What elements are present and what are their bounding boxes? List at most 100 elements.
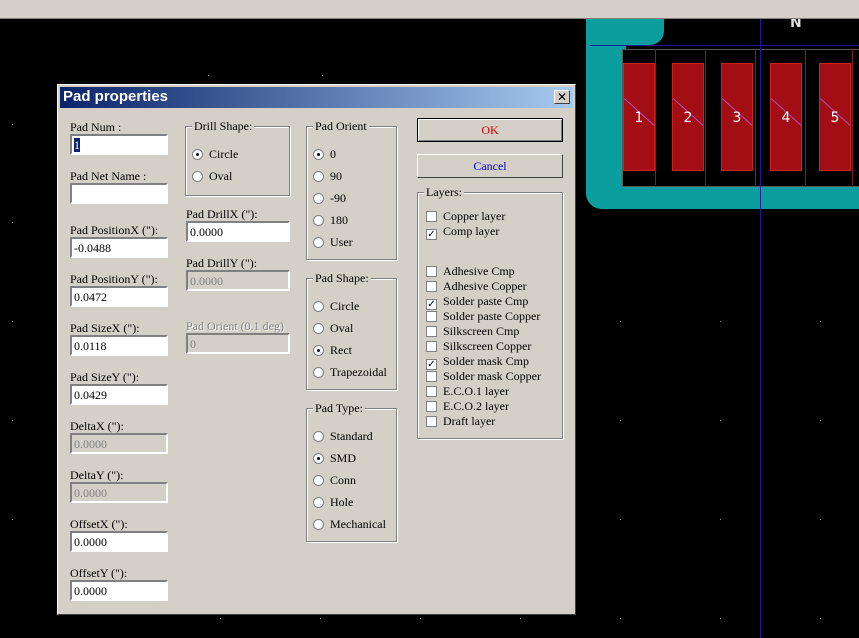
layer-checkbox-silkscreen-copper[interactable]: Silkscreen Copper [426,339,531,354]
grid-dot [820,519,821,520]
grid-dot [620,519,621,520]
drill-shape-title: Drill Shape: [192,119,255,134]
pad-position-x-label: Pad PositionX ("): [70,223,159,237]
pad-type-option-conn[interactable]: Conn [313,473,356,488]
delta-y-field: 0.0000 [70,482,168,503]
layer-checkbox-silkscreen-cmp[interactable]: Silkscreen Cmp [426,324,519,339]
pad-size-x-label: Pad SizeX ("): [70,321,140,335]
drill-shape-option-oval[interactable]: Oval [192,169,232,184]
grid-dot [12,222,13,223]
pad-shape-option-oval[interactable]: Oval [313,321,353,336]
pad-position-x-field[interactable]: -0.0488 [70,237,168,258]
radio-icon [313,149,324,160]
radio-icon [313,237,324,248]
pad-2[interactable]: 2 [672,63,704,171]
layer-checkbox-e-c-o-1-layer[interactable]: E.C.O.1 layer [426,384,509,399]
pad-drill-x-label: Pad DrillX ("): [186,207,258,221]
layer-checkbox-solder-paste-copper[interactable]: Solder paste Copper [426,309,540,324]
pad-shape-option-circle[interactable]: Circle [313,299,359,314]
radio-label: Circle [330,299,360,313]
offset-x-field[interactable]: 0.0000 [70,531,168,552]
pad-type-option-standard[interactable]: Standard [313,429,373,444]
radio-label: Circle [209,147,239,161]
pad-3[interactable]: 3 [721,63,753,171]
grid-dot [322,75,323,76]
pad-size-x-field[interactable]: 0.0118 [70,335,168,356]
radio-label: Rect [330,343,352,357]
pad-orient-option-90[interactable]: 90 [313,169,342,184]
pad-1[interactable]: 1 [623,63,655,171]
grid-dot [12,420,13,421]
grid-dot [320,618,321,619]
grid-dot [820,618,821,619]
pad-drill-x-field[interactable]: 0.0000 [186,221,290,242]
pad-num-field[interactable]: 1 [70,134,168,155]
drill-shape-option-circle[interactable]: Circle [192,147,238,162]
layer-label: Solder mask Cmp [443,354,529,368]
pad-position-y-field[interactable]: 0.0472 [70,286,168,307]
pad-size-y-label: Pad SizeY ("): [70,370,140,384]
pad-4[interactable]: 4 [770,63,802,171]
delta-x-label: DeltaX ("): [70,419,124,433]
offset-x-label: OffsetX ("): [70,517,128,531]
pad-type-option-mechanical[interactable]: Mechanical [313,517,386,532]
layer-label: Adhesive Cmp [443,264,515,278]
delta-x-field: 0.0000 [70,433,168,454]
layer-checkbox-adhesive-cmp[interactable]: Adhesive Cmp [426,264,515,279]
pad-orient-group: Pad Orient 0 90 -90 180 User [306,119,397,260]
layer-label: Comp layer [443,224,500,238]
pad-orient-option-0[interactable]: 0 [313,147,336,162]
pad-orient-option-90[interactable]: -90 [313,191,346,206]
radio-label: Oval [330,321,354,335]
checkbox-icon [426,326,437,337]
layer-checkbox-e-c-o-2-layer[interactable]: E.C.O.2 layer [426,399,509,414]
cursor-vertical-line [760,19,761,638]
pad-type-title: Pad Type: [313,401,365,416]
checkbox-icon [426,371,437,382]
radio-label: -90 [330,191,346,205]
layer-checkbox-comp-layer[interactable]: ✓ Comp layer [426,224,499,240]
pad-outline-line [655,49,656,185]
layer-checkbox-adhesive-copper[interactable]: Adhesive Copper [426,279,527,294]
close-button[interactable]: ✕ [554,90,570,104]
reference-label: N [790,19,803,31]
pad-shape-option-rect[interactable]: Rect [313,343,352,358]
checkbox-icon [426,386,437,397]
layer-checkbox-solder-mask-cmp[interactable]: ✓ Solder mask Cmp [426,354,529,370]
pad-orient-option-180[interactable]: 180 [313,213,348,228]
checkbox-checked-icon: ✓ [426,229,437,240]
layer-checkbox-copper-layer[interactable]: Copper layer [426,209,505,224]
layer-label: E.C.O.1 layer [443,384,509,398]
layer-label: Solder paste Cmp [443,294,529,308]
close-icon: ✕ [556,90,568,104]
ok-button[interactable]: OK [417,118,563,142]
grid-dot [208,75,209,76]
dialog-titlebar[interactable]: Pad properties ✕ [60,87,573,108]
pad-net-name-field[interactable] [70,183,168,204]
pad-drill-y-field: 0.0000 [186,270,290,291]
pad-size-y-field[interactable]: 0.0429 [70,384,168,405]
pad-orient-option-user[interactable]: User [313,235,353,250]
cancel-button[interactable]: Cancel [417,154,563,178]
pad-number-label: 2 [683,110,693,126]
pad-type-option-smd[interactable]: SMD [313,451,356,466]
layer-label: E.C.O.2 layer [443,399,509,413]
pad-type-option-hole[interactable]: Hole [313,495,353,510]
radio-icon [313,171,324,182]
layer-checkbox-solder-mask-copper[interactable]: Solder mask Copper [426,369,541,384]
radio-icon [313,367,324,378]
checkbox-icon [426,341,437,352]
pad-5[interactable]: 5 [819,63,851,171]
layer-checkbox-solder-paste-cmp[interactable]: ✓ Solder paste Cmp [426,294,528,310]
grid-dot [720,321,721,322]
offset-y-field[interactable]: 0.0000 [70,580,168,601]
radio-label: Mechanical [330,517,386,531]
pad-outline-line [755,49,756,185]
layer-checkbox-draft-layer[interactable]: Draft layer [426,414,495,429]
pad-shape-option-trapezoidal[interactable]: Trapezoidal [313,365,387,380]
layer-label: Draft layer [443,414,496,428]
radio-icon [313,519,324,530]
radio-label: Standard [330,429,373,443]
radio-label: 90 [330,169,342,183]
pad-orient-title: Pad Orient [313,119,369,134]
